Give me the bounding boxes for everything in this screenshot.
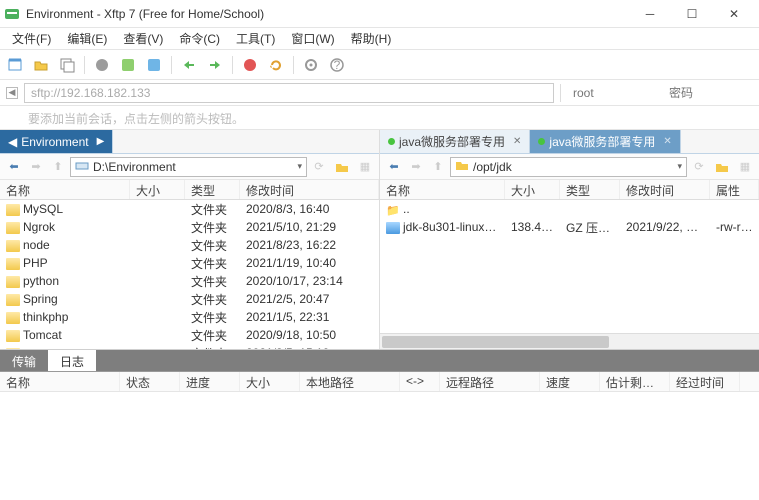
file-row[interactable]: node文件夹2021/8/23, 16:22 <box>0 236 379 254</box>
transfer-col[interactable]: 估计剩余… <box>600 372 670 391</box>
status-dot-icon <box>388 138 395 145</box>
local-view-icon[interactable]: ▦ <box>355 157 375 177</box>
transfer-col[interactable]: 远程路径 <box>440 372 540 391</box>
settings-icon[interactable] <box>302 56 320 74</box>
sync-right-icon[interactable] <box>206 56 224 74</box>
close-icon[interactable]: ✕ <box>663 136 671 147</box>
nav-fwd-icon[interactable]: ➡ <box>406 157 426 177</box>
remote-pane: java微服务部署专用✕java微服务部署专用✕ ⬅ ➡ ⬆ /opt/jdk … <box>380 130 759 349</box>
titlebar: Environment - Xftp 7 (Free for Home/Scho… <box>0 0 759 28</box>
menu-item[interactable]: 编辑(E) <box>61 28 113 49</box>
nav-up-icon[interactable]: ⬆ <box>48 157 68 177</box>
status-dot-icon <box>538 138 545 145</box>
minimize-button[interactable]: ─ <box>629 1 671 27</box>
remote-view-icon[interactable]: ▦ <box>735 157 755 177</box>
menu-item[interactable]: 工具(T) <box>230 28 281 49</box>
toolbar: ? <box>0 50 759 80</box>
file-row[interactable]: jdk-8u301-linux-i58...138.48MBGZ 压缩文件202… <box>380 218 759 236</box>
local-list-header: 名称 大小 类型 修改时间 <box>0 180 379 200</box>
tab-environment[interactable]: ◀Environment ▶ <box>0 130 113 153</box>
pass-input[interactable] <box>663 83 753 103</box>
open-icon[interactable] <box>32 56 50 74</box>
toggle2-icon[interactable] <box>145 56 163 74</box>
local-pane: ◀Environment ▶ ⬅ ➡ ⬆ D:\Environment ▾ ⟳ … <box>0 130 380 349</box>
help-icon[interactable]: ? <box>328 56 346 74</box>
transfer-col[interactable]: 状态 <box>120 372 180 391</box>
remote-tab[interactable]: java微服务部署专用✕ <box>380 130 530 153</box>
file-row[interactable]: 📁.. <box>380 200 759 218</box>
refresh-icon[interactable] <box>267 56 285 74</box>
nav-back-icon[interactable]: ⬅ <box>384 157 404 177</box>
file-row[interactable]: PHP文件夹2021/1/19, 10:40 <box>0 254 379 272</box>
workspace: ◀Environment ▶ ⬅ ➡ ⬆ D:\Environment ▾ ⟳ … <box>0 130 759 350</box>
remote-tab[interactable]: java微服务部署专用✕ <box>530 130 680 153</box>
nav-fwd-icon[interactable]: ➡ <box>26 157 46 177</box>
transfer-body <box>0 392 759 500</box>
transfer-col[interactable]: 大小 <box>240 372 300 391</box>
local-path-input[interactable]: D:\Environment ▾ <box>70 157 307 177</box>
transfer-col[interactable]: 进度 <box>180 372 240 391</box>
address-input[interactable] <box>24 83 554 103</box>
local-refresh-icon[interactable]: ⟳ <box>309 157 329 177</box>
transfer-col[interactable]: 本地路径 <box>300 372 400 391</box>
menu-item[interactable]: 窗口(W) <box>285 28 340 49</box>
new-window-icon[interactable] <box>58 56 76 74</box>
bottom-tabstrip: 传输 日志 <box>0 350 759 372</box>
toggle1-icon[interactable] <box>119 56 137 74</box>
menu-item[interactable]: 帮助(H) <box>345 28 398 49</box>
close-icon[interactable]: ✕ <box>513 136 521 147</box>
local-newfolder-icon[interactable] <box>332 157 352 177</box>
nav-back-icon[interactable]: ⬅ <box>4 157 24 177</box>
transfer-col[interactable]: 名称 <box>0 372 120 391</box>
tab-label: Environment <box>21 135 88 149</box>
transfer-header: 名称状态进度大小本地路径<->远程路径速度估计剩余…经过时间 <box>0 372 759 392</box>
maximize-button[interactable]: ☐ <box>671 1 713 27</box>
new-session-icon[interactable] <box>6 56 24 74</box>
remote-newfolder-icon[interactable] <box>712 157 732 177</box>
nav-up-icon[interactable]: ⬆ <box>428 157 448 177</box>
app-icon <box>4 6 20 22</box>
svg-text:?: ? <box>334 58 341 72</box>
remote-hscroll[interactable] <box>380 333 759 349</box>
addr-back-icon[interactable]: ◀ <box>6 87 18 99</box>
drive-icon <box>75 159 89 174</box>
stop-icon[interactable] <box>241 56 259 74</box>
menu-item[interactable]: 查看(V) <box>117 28 169 49</box>
chevron-down-icon[interactable]: ▾ <box>677 161 682 172</box>
file-row[interactable]: Ngrok文件夹2021/5/10, 21:29 <box>0 218 379 236</box>
file-row[interactable]: thinkphp文件夹2021/1/5, 22:31 <box>0 308 379 326</box>
sessions-icon[interactable] <box>93 56 111 74</box>
local-file-list[interactable]: MySQL文件夹2020/8/3, 16:40Ngrok文件夹2021/5/10… <box>0 200 379 349</box>
chevron-down-icon[interactable]: ▾ <box>297 161 302 172</box>
menubar: 文件(F)编辑(E)查看(V)命令(C)工具(T)窗口(W)帮助(H) <box>0 28 759 50</box>
menu-item[interactable]: 命令(C) <box>173 28 226 49</box>
tab-log[interactable]: 日志 <box>48 350 96 371</box>
user-input[interactable] <box>567 83 657 103</box>
close-button[interactable]: ✕ <box>713 1 755 27</box>
remote-path-input[interactable]: /opt/jdk ▾ <box>450 157 687 177</box>
transfer-col[interactable]: <-> <box>400 372 440 391</box>
session-hint: 要添加当前会话，点击左侧的箭头按钮。 <box>0 106 759 130</box>
transfer-col[interactable]: 速度 <box>540 372 600 391</box>
tab-transfer[interactable]: 传输 <box>0 350 48 371</box>
window-title: Environment - Xftp 7 (Free for Home/Scho… <box>26 7 629 21</box>
remote-refresh-icon[interactable]: ⟳ <box>689 157 709 177</box>
file-row[interactable]: python文件夹2020/10/17, 23:14 <box>0 272 379 290</box>
sync-left-icon[interactable] <box>180 56 198 74</box>
address-line: ◀ <box>0 80 759 106</box>
remote-list-header: 名称 大小 类型 修改时间 属性 <box>380 180 759 200</box>
menu-item[interactable]: 文件(F) <box>6 28 57 49</box>
transfer-col[interactable]: 经过时间 <box>670 372 740 391</box>
folder-icon <box>455 159 469 174</box>
file-row[interactable]: Spring文件夹2021/2/5, 20:47 <box>0 290 379 308</box>
remote-file-list[interactable]: 📁..jdk-8u301-linux-i58...138.48MBGZ 压缩文件… <box>380 200 759 333</box>
file-row[interactable]: MySQL文件夹2020/8/3, 16:40 <box>0 200 379 218</box>
file-row[interactable]: Tomcat文件夹2020/9/18, 10:50 <box>0 326 379 344</box>
file-row[interactable]: vue文件夹2021/8/5, 15:19 <box>0 344 379 349</box>
